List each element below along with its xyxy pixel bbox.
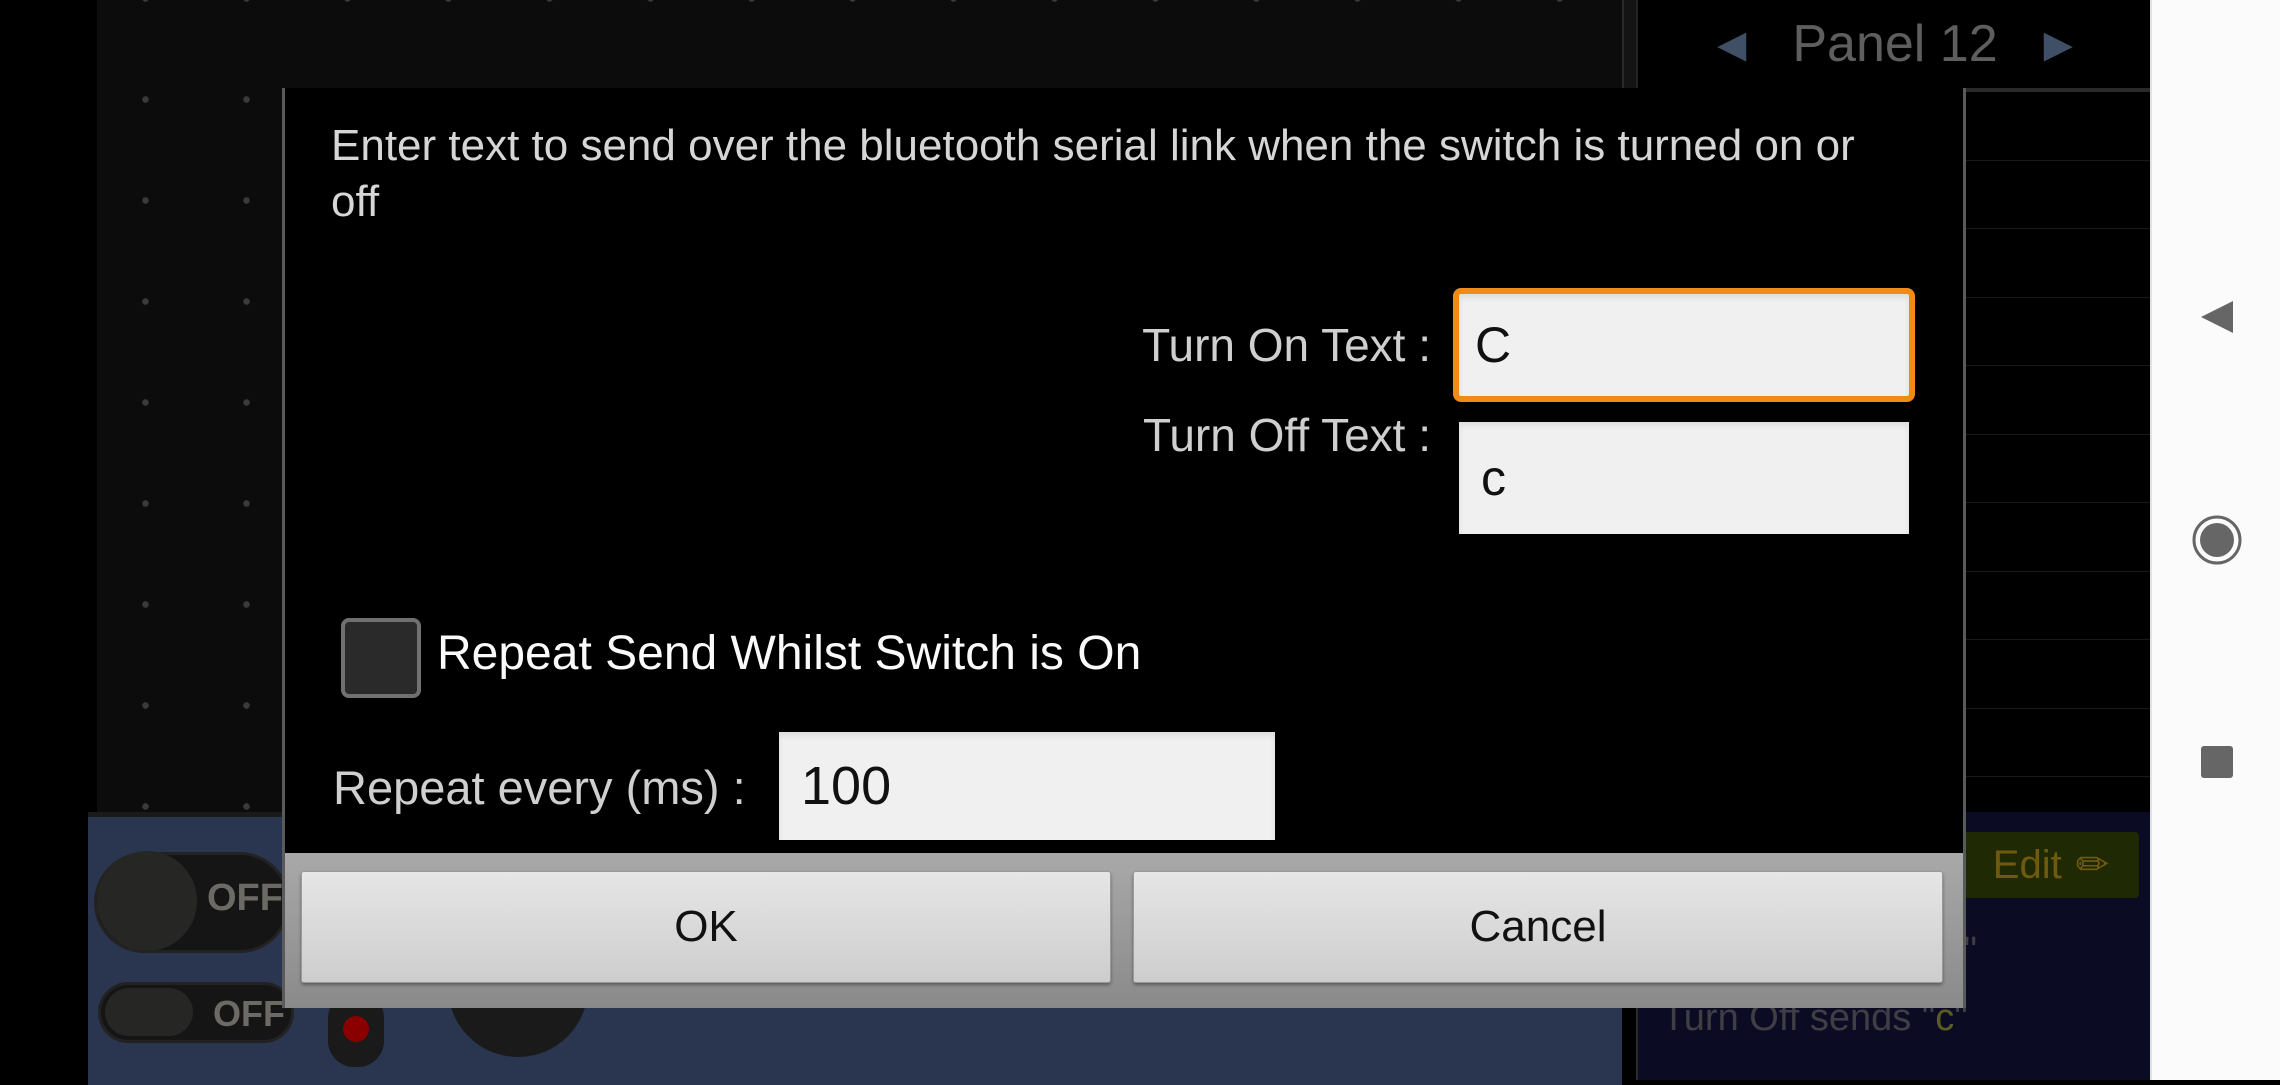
repeat-send-label[interactable]: Repeat Send Whilst Switch is On: [437, 626, 1141, 681]
recents-square-icon[interactable]: [2152, 717, 2280, 807]
turn-off-label: Turn Off Text :: [1142, 409, 1431, 461]
repeat-every-label: Repeat every (ms) :: [333, 761, 746, 814]
panel-selector: ◀ Panel 12 ▶: [1636, 0, 2152, 92]
toggle-knob: [105, 988, 193, 1036]
turn-off-text-input[interactable]: [1459, 422, 1909, 534]
turn-on-text-input[interactable]: [1453, 288, 1915, 402]
toggle-label: OFF: [207, 877, 283, 919]
toggle-knob: [97, 851, 197, 951]
triangle-left-icon[interactable]: ◀: [1717, 22, 1746, 67]
panel-title: Panel 12: [1792, 15, 1998, 73]
repeat-send-checkbox[interactable]: [341, 618, 421, 698]
dialog-message: Enter text to send over the bluetooth se…: [331, 121, 1855, 226]
dialog-button-bar: OK Cancel: [285, 853, 1963, 1008]
turn-on-label: Turn On Text :: [1142, 319, 1431, 371]
edit-button[interactable]: Edit ✏: [1963, 832, 2139, 898]
system-navigation-bar: [2150, 0, 2280, 1080]
triangle-right-icon[interactable]: ▶: [2044, 22, 2073, 67]
repeat-every-input[interactable]: [779, 732, 1275, 840]
switch-text-dialog: Enter text to send over the bluetooth se…: [282, 88, 1966, 1008]
ok-button[interactable]: OK: [301, 871, 1111, 983]
toggle-switch-large[interactable]: OFF: [94, 851, 290, 953]
cancel-button[interactable]: Cancel: [1133, 871, 1943, 983]
toggle-label: OFF: [213, 993, 285, 1034]
home-circle-icon[interactable]: [2152, 495, 2280, 585]
toggle-switch-small[interactable]: OFF: [98, 982, 294, 1043]
back-triangle-icon[interactable]: [2152, 272, 2280, 362]
pencil-icon: ✏: [2075, 843, 2110, 887]
edit-label: Edit: [1992, 842, 2062, 887]
